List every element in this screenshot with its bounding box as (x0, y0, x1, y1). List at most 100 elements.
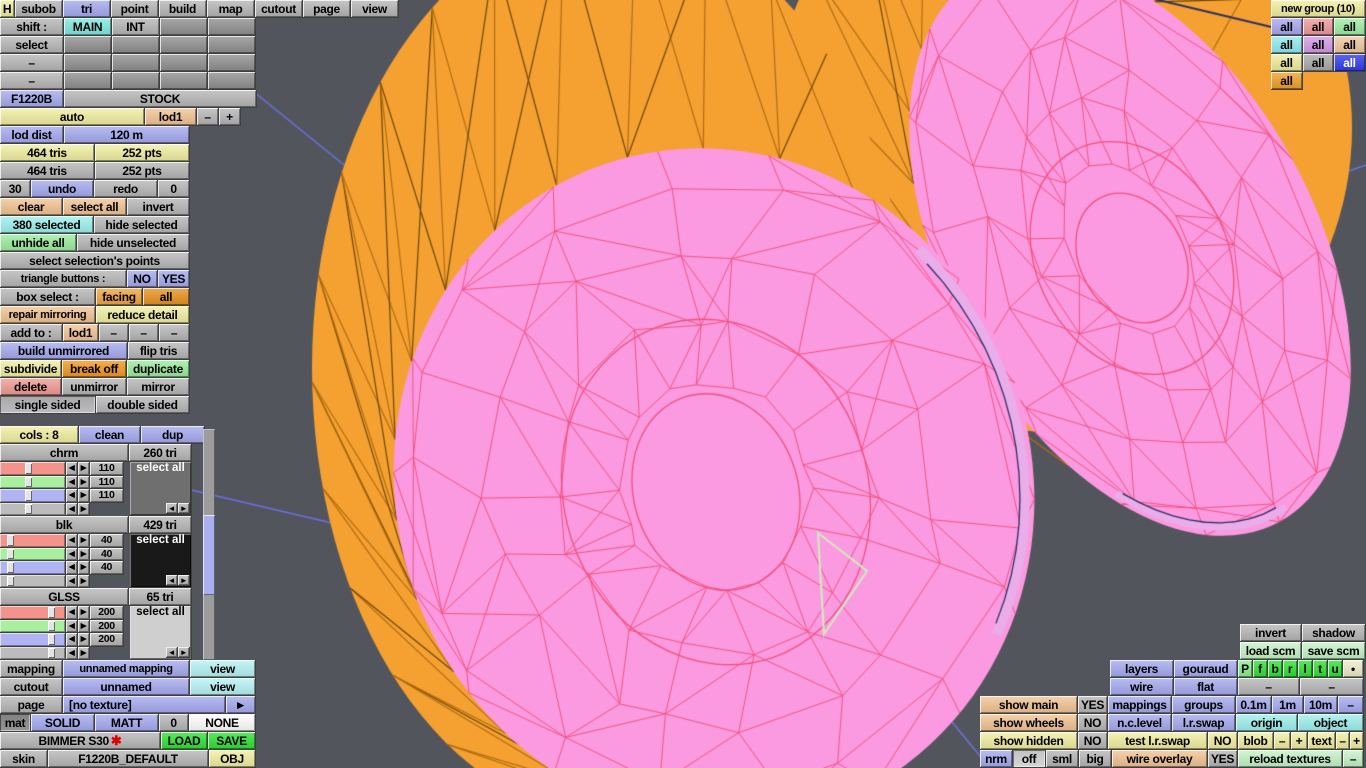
save-scm-button[interactable]: save scm (1302, 642, 1366, 660)
empty-cell[interactable] (112, 54, 160, 72)
slider-left-arrow[interactable]: ◄ (66, 534, 78, 548)
unhide-all-button[interactable]: unhide all (0, 234, 77, 252)
swatch-left-arrow[interactable]: ◄ (166, 503, 178, 514)
undo-button[interactable]: undo (31, 180, 94, 198)
slider-right-arrow[interactable]: ► (78, 534, 90, 548)
test-lr-swap-button[interactable]: test l.r.swap (1108, 732, 1208, 750)
slider-right-arrow[interactable]: ► (78, 633, 90, 647)
delete-button[interactable]: delete (0, 378, 62, 396)
mat-none-button[interactable]: NONE (189, 714, 256, 732)
lod-button[interactable]: lod1 (145, 108, 197, 126)
clear-button[interactable]: clear (0, 198, 63, 216)
slider-knob[interactable] (7, 575, 15, 586)
tab-view[interactable]: view (351, 0, 399, 18)
box-select-all[interactable]: all (143, 288, 190, 306)
color-group-name[interactable]: chrm (0, 444, 129, 462)
green-slider[interactable] (0, 475, 66, 489)
slider-knob[interactable] (25, 476, 32, 487)
empty-cell[interactable] (112, 72, 160, 90)
slider-left-arrow[interactable]: ◄ (66, 574, 78, 588)
slider-knob[interactable] (7, 535, 15, 546)
tab-map[interactable]: map (207, 0, 255, 18)
swatch-right-arrow[interactable]: ► (178, 503, 190, 514)
tab-page[interactable]: page (303, 0, 351, 18)
slider-knob[interactable] (7, 548, 15, 559)
cutout-view-button[interactable]: view (190, 678, 256, 696)
reduce-detail-button[interactable]: reduce detail (96, 306, 190, 324)
mappings-button[interactable]: mappings (1108, 696, 1172, 714)
group-all-button[interactable]: all (1303, 36, 1334, 54)
slider-right-arrow[interactable]: ► (78, 475, 90, 489)
flip-tris-button[interactable]: flip tris (128, 342, 190, 360)
lod-minus-button[interactable]: – (197, 108, 219, 126)
wire-overlay-button[interactable]: wire overlay (1112, 750, 1208, 768)
nrm-big-button[interactable]: big (1079, 750, 1112, 768)
double-sided-button[interactable]: double sided (96, 396, 190, 414)
add-to-slot[interactable]: – (129, 324, 159, 342)
colors-scrollbar[interactable] (203, 429, 215, 660)
text-minus-button[interactable]: – (1336, 732, 1350, 750)
layer-r-button[interactable]: r (1283, 660, 1298, 678)
tab-cutout[interactable]: cutout (255, 0, 303, 18)
color-select-all-swatch[interactable]: select all ◄ ► (130, 462, 192, 516)
empty-cell[interactable] (160, 54, 208, 72)
add-to-slot[interactable]: – (159, 324, 190, 342)
shadow-button[interactable]: shadow (1302, 624, 1366, 642)
slider-knob[interactable] (25, 490, 32, 501)
slider-left-arrow[interactable]: ◄ (66, 547, 78, 561)
slider-left-arrow[interactable]: ◄ (66, 619, 78, 633)
repair-mirroring-button[interactable]: repair mirroring (0, 306, 96, 324)
wire-slot[interactable]: – (1238, 678, 1300, 696)
empty-cell[interactable] (64, 54, 112, 72)
origin-button[interactable]: origin (1236, 714, 1298, 732)
slider-left-arrow[interactable]: ◄ (66, 633, 78, 647)
grid-slot[interactable]: – (1338, 696, 1364, 714)
extra-slider[interactable] (0, 574, 66, 588)
grid-10m-button[interactable]: 10m (1304, 696, 1338, 714)
hide-selected-button[interactable]: hide selected (94, 216, 190, 234)
invert-button[interactable]: invert (1240, 624, 1302, 642)
mapping-name[interactable]: unnamed mapping (63, 660, 190, 678)
new-group-button[interactable]: new group (10) (1271, 0, 1366, 18)
empty-cell[interactable] (64, 72, 112, 90)
color-group-name[interactable]: GLSS (0, 588, 129, 606)
mirror-button[interactable]: mirror (127, 378, 190, 396)
slider-left-arrow[interactable]: ◄ (66, 475, 78, 489)
slider-right-arrow[interactable]: ► (78, 462, 90, 476)
reload-textures-button[interactable]: reload textures (1238, 750, 1343, 768)
select-empty-cell[interactable] (112, 36, 160, 54)
color-select-all-swatch[interactable]: select all ◄ ► (130, 606, 192, 660)
dash-label[interactable]: – (0, 54, 64, 72)
color-select-all-swatch[interactable]: select all ◄ ► (130, 534, 192, 588)
wire-button[interactable]: wire (1110, 678, 1174, 696)
slider-knob[interactable] (25, 503, 32, 514)
slider-knob[interactable] (47, 607, 55, 618)
slider-left-arrow[interactable]: ◄ (66, 561, 78, 575)
green-slider[interactable] (0, 619, 66, 633)
mat-matt-button[interactable]: MATT (95, 714, 159, 732)
page-texture[interactable]: [no texture] (63, 696, 226, 714)
dup-button[interactable]: dup (141, 426, 205, 444)
slider-right-arrow[interactable]: ► (78, 561, 90, 575)
blue-slider[interactable] (0, 633, 66, 647)
show-hidden-toggle[interactable]: NO (1078, 732, 1108, 750)
color-group-name[interactable]: blk (0, 516, 129, 534)
reload-slot[interactable]: – (1343, 750, 1364, 768)
wire-overlay-toggle[interactable]: YES (1208, 750, 1238, 768)
extra-slider[interactable] (0, 502, 66, 516)
slider-right-arrow[interactable]: ► (78, 547, 90, 561)
layer-u-button[interactable]: u (1328, 660, 1343, 678)
lod-dist-label[interactable]: lod dist (0, 126, 64, 144)
load-scm-button[interactable]: load scm (1240, 642, 1302, 660)
nrm-sml-button[interactable]: sml (1046, 750, 1079, 768)
nrm-off-button[interactable]: off (1013, 750, 1046, 768)
group-all-button[interactable]: all (1303, 54, 1334, 72)
blue-slider[interactable] (0, 561, 66, 575)
box-select-facing[interactable]: facing (96, 288, 143, 306)
swatch-right-arrow[interactable]: ► (178, 647, 190, 658)
layer-p-button[interactable]: P (1238, 660, 1253, 678)
groups-button[interactable]: groups (1172, 696, 1236, 714)
duplicate-button[interactable]: duplicate (127, 360, 190, 378)
break-off-button[interactable]: break off (62, 360, 127, 378)
layer-t-button[interactable]: t (1313, 660, 1328, 678)
